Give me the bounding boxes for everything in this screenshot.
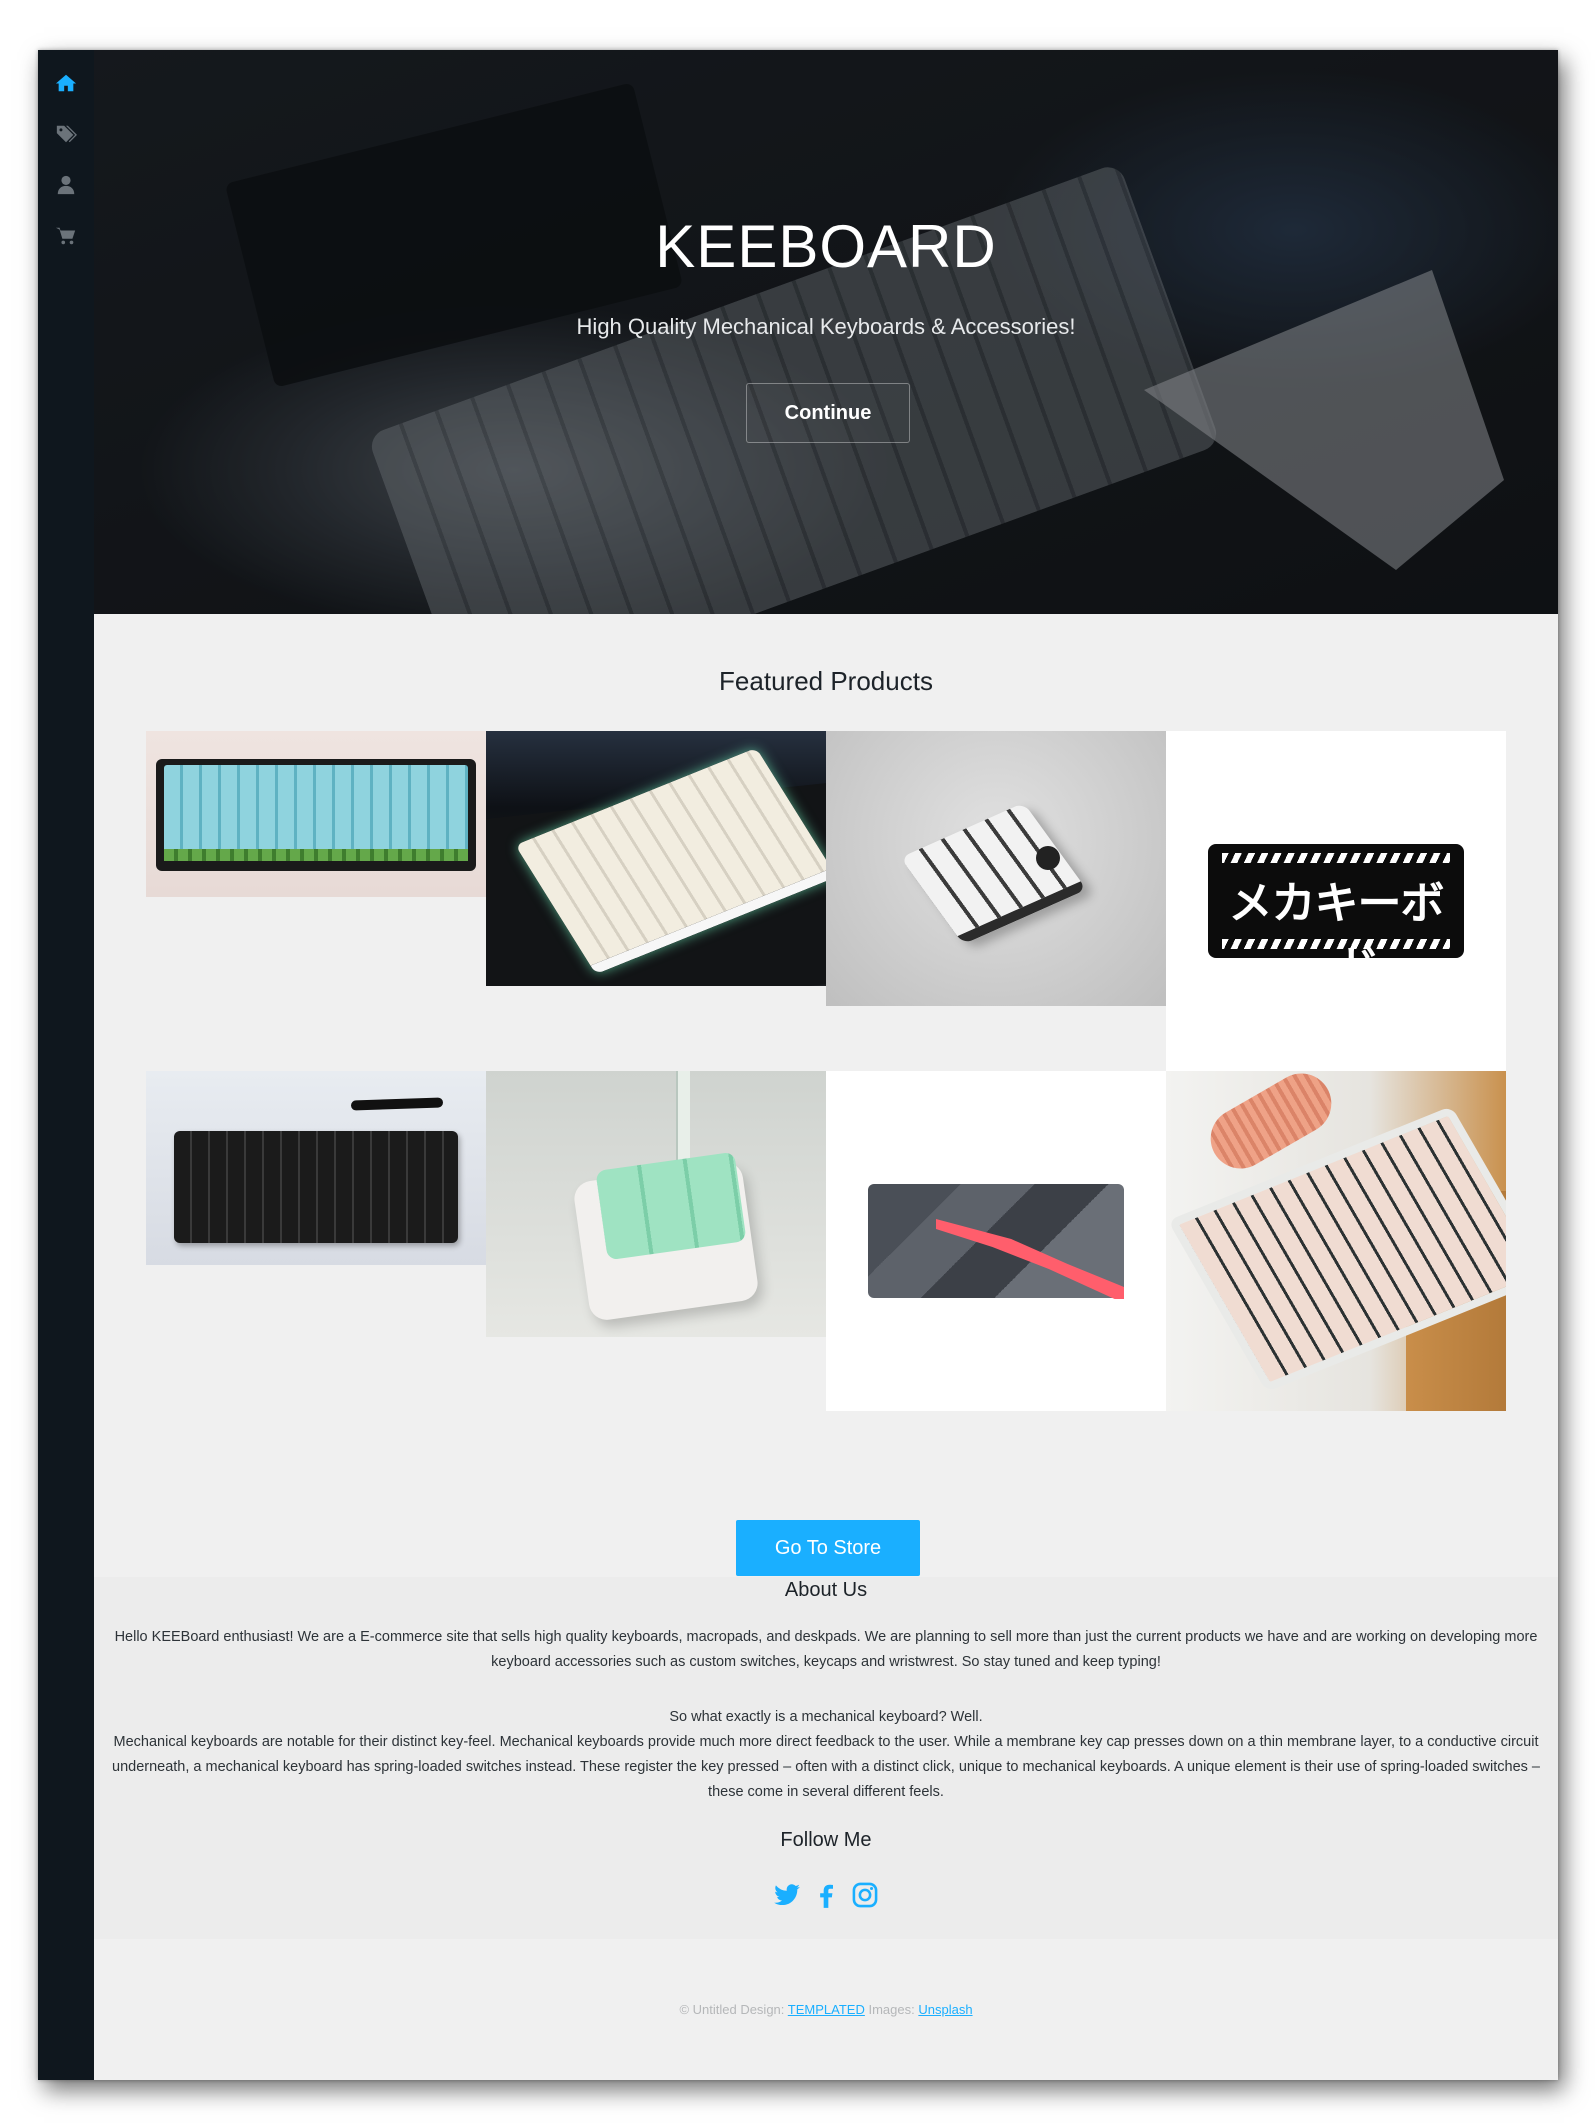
product-image xyxy=(826,731,1166,1006)
product-grid: メカキーボード xyxy=(146,731,1506,1411)
product-image: メカキーボード xyxy=(1166,731,1506,1071)
product-image xyxy=(486,731,826,986)
deskpad-print-text: メカキーボード xyxy=(1228,878,1445,993)
product-tile-keyboard-rgb[interactable] xyxy=(486,731,826,1071)
sidebar-item-cart[interactable] xyxy=(52,222,80,250)
main-content: KEEBOARD High Quality Mechanical Keyboar… xyxy=(94,50,1558,2080)
product-tile-deskpad-geometric[interactable] xyxy=(826,1071,1166,1411)
templated-link[interactable]: TEMPLATED xyxy=(788,2002,865,2017)
cart-icon xyxy=(55,227,76,245)
follow-title: Follow Me xyxy=(780,1829,872,1851)
product-image xyxy=(826,1071,1166,1411)
tags-icon xyxy=(56,125,77,143)
product-tile-keyboard-blue[interactable] xyxy=(146,731,486,1071)
instagram-icon xyxy=(852,1882,878,1908)
sidebar xyxy=(38,50,94,2080)
browser-page: KEEBOARD High Quality Mechanical Keyboar… xyxy=(38,50,1558,2080)
instagram-link[interactable] xyxy=(850,1880,880,1910)
sidebar-item-products[interactable] xyxy=(52,120,80,148)
facebook-link[interactable] xyxy=(811,1880,841,1910)
sidebar-item-home[interactable] xyxy=(52,69,80,97)
product-tile-keyboard-peach[interactable] xyxy=(1166,1071,1506,1411)
about-paragraph-intro: Hello KEEBoard enthusiast! We are a E-co… xyxy=(114,1629,1538,1670)
footer-credit-prefix: © Untitled Design: xyxy=(679,2002,785,2017)
user-icon xyxy=(57,175,75,195)
hero-subtitle: High Quality Mechanical Keyboards & Acce… xyxy=(576,314,1076,339)
about-paragraph-mechanical: Mechanical keyboards are notable for the… xyxy=(112,1734,1540,1800)
unsplash-link[interactable]: Unsplash xyxy=(918,2002,972,2017)
product-tile-macropad-mint[interactable] xyxy=(486,1071,826,1411)
twitter-link[interactable] xyxy=(772,1880,802,1910)
product-tile-keyboard-black[interactable] xyxy=(146,1071,486,1411)
footer: © Untitled Design: TEMPLATED Images: Uns… xyxy=(94,2002,1558,2017)
about-title: About Us xyxy=(784,1579,868,1601)
twitter-icon xyxy=(774,1884,800,1906)
product-image xyxy=(146,1071,486,1265)
about-question: So what exactly is a mechanical keyboard… xyxy=(669,1709,983,1725)
featured-products-title: Featured Products xyxy=(719,666,933,696)
facebook-icon xyxy=(820,1884,833,1908)
about-section: About Us Hello KEEBoard enthusiast! We a… xyxy=(94,1577,1558,1939)
product-image xyxy=(1166,1071,1506,1411)
sidebar-item-account[interactable] xyxy=(52,171,80,199)
hero-banner: KEEBOARD High Quality Mechanical Keyboar… xyxy=(94,50,1558,614)
product-tile-macropad[interactable] xyxy=(826,731,1166,1071)
product-tile-deskpad-japanese[interactable]: メカキーボード xyxy=(1166,731,1506,1071)
home-icon xyxy=(55,74,77,92)
continue-button[interactable]: Continue xyxy=(746,383,910,443)
product-image xyxy=(486,1071,826,1337)
footer-images-label: Images: xyxy=(868,2002,915,2017)
hero-title: KEEBOARD xyxy=(655,213,997,280)
product-image xyxy=(146,731,486,897)
go-to-store-button[interactable]: Go To Store xyxy=(736,1520,920,1576)
